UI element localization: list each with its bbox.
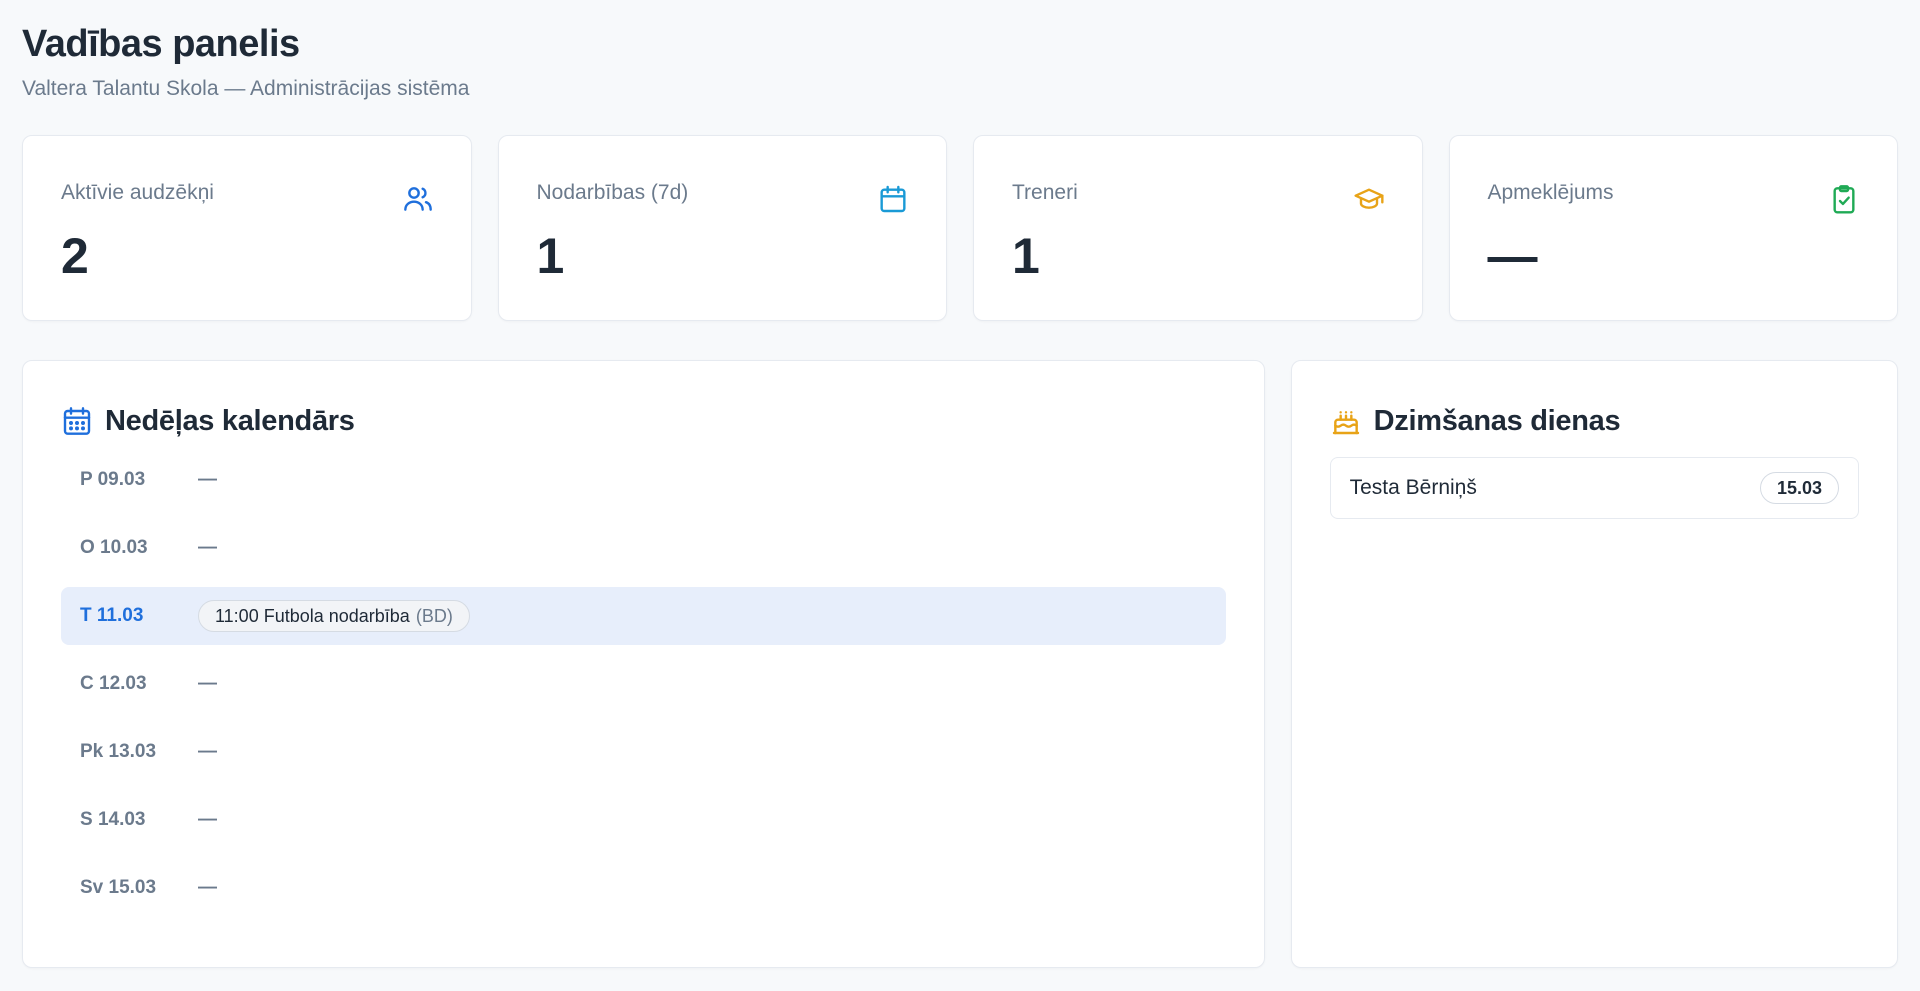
event-location: (BD)	[415, 605, 453, 626]
bottom-row: Nedēļas kalendārs P 09.03 — O 10.03 — T …	[22, 360, 1898, 968]
birthday-date-badge: 15.03	[1759, 472, 1839, 504]
birthday-item[interactable]: Testa Bērniņš 15.03	[1329, 457, 1859, 519]
calendar-day-label: Pk 13.03	[80, 741, 157, 762]
calendar-empty: —	[198, 877, 217, 898]
panel-header: Dzimšanas dienas	[1330, 401, 1859, 441]
birthday-list: Testa Bērniņš 15.03	[1329, 457, 1859, 519]
calendar-empty: —	[198, 537, 217, 558]
graduation-cap-icon	[1353, 188, 1384, 209]
calendar-day-row: O 10.03 —	[61, 519, 1226, 577]
calendar-empty: —	[198, 809, 217, 830]
calendar-day-row-today: T 11.03 11:00 Futbola nodarbība (BD)	[61, 587, 1226, 645]
stat-card-coaches: Treneri 1	[973, 135, 1423, 321]
calendar-day-row: Sv 15.03 —	[61, 859, 1226, 917]
stat-value: 1	[1012, 228, 1040, 284]
calendar-day-label: T 11.03	[80, 605, 144, 626]
calendar-day-label: P 09.03	[80, 469, 146, 490]
calendar-empty: —	[198, 673, 217, 694]
clipboard-check-icon	[1833, 185, 1855, 214]
weekly-calendar-panel: Nedēļas kalendārs P 09.03 — O 10.03 — T …	[22, 360, 1265, 968]
dashboard-page: Vadības panelis Valtera Talantu Skola — …	[0, 0, 1920, 991]
stat-label: Aktīvie audzēkņi	[61, 181, 214, 204]
calendar-day-label: S 14.03	[80, 809, 146, 830]
stat-card-active-students: Aktīvie audzēkņi 2	[22, 135, 472, 321]
event-title: 11:00 Futbola nodarbība	[215, 605, 410, 626]
calendar-icon	[880, 185, 906, 213]
calendar-day-list: P 09.03 — O 10.03 — T 11.03 11:00 Futbol…	[61, 451, 1226, 917]
stat-value: —	[1487, 228, 1538, 284]
stat-card-lessons: Nodarbības (7d) 1	[497, 135, 947, 321]
stat-label: Treneri	[1012, 181, 1078, 204]
panel-title: Nedēļas kalendārs	[105, 404, 355, 437]
stat-label: Nodarbības (7d)	[536, 181, 689, 204]
stat-label: Apmeklējums	[1487, 181, 1614, 204]
page-header: Vadības panelis Valtera Talantu Skola — …	[22, 0, 1898, 102]
stat-value: 2	[61, 228, 89, 284]
calendar-day-label: C 12.03	[80, 673, 147, 694]
birthdays-panel: Dzimšanas dienas Testa Bērniņš 15.03	[1290, 360, 1898, 968]
stat-card-attendance: Apmeklējums —	[1448, 135, 1898, 321]
calendar-day-row: S 14.03 —	[61, 791, 1226, 849]
calendar-empty: —	[198, 741, 217, 762]
panel-header: Nedēļas kalendārs	[61, 401, 1226, 441]
calendar-day-row: P 09.03 —	[61, 451, 1226, 509]
event-chip[interactable]: 11:00 Futbola nodarbība (BD)	[198, 600, 470, 632]
cake-icon	[1332, 411, 1359, 435]
calendar-day-label: Sv 15.03	[80, 877, 157, 898]
calendar-day-row: Pk 13.03 —	[61, 723, 1226, 781]
calendar-empty: —	[198, 469, 217, 490]
page-title: Vadības panelis	[22, 23, 300, 65]
calendar-day-label: O 10.03	[80, 537, 148, 558]
birthday-name: Testa Bērniņš	[1349, 476, 1477, 499]
calendar-days-icon	[63, 407, 91, 435]
users-icon	[403, 187, 432, 211]
panel-title: Dzimšanas dienas	[1373, 404, 1621, 437]
stats-row: Aktīvie audzēkņi 2 Nodarbības (7d) 1 Tre…	[22, 135, 1898, 321]
calendar-day-row: C 12.03 —	[61, 655, 1226, 713]
page-subtitle: Valtera Talantu Skola — Administrācijas …	[22, 77, 470, 100]
stat-value: 1	[536, 228, 565, 284]
